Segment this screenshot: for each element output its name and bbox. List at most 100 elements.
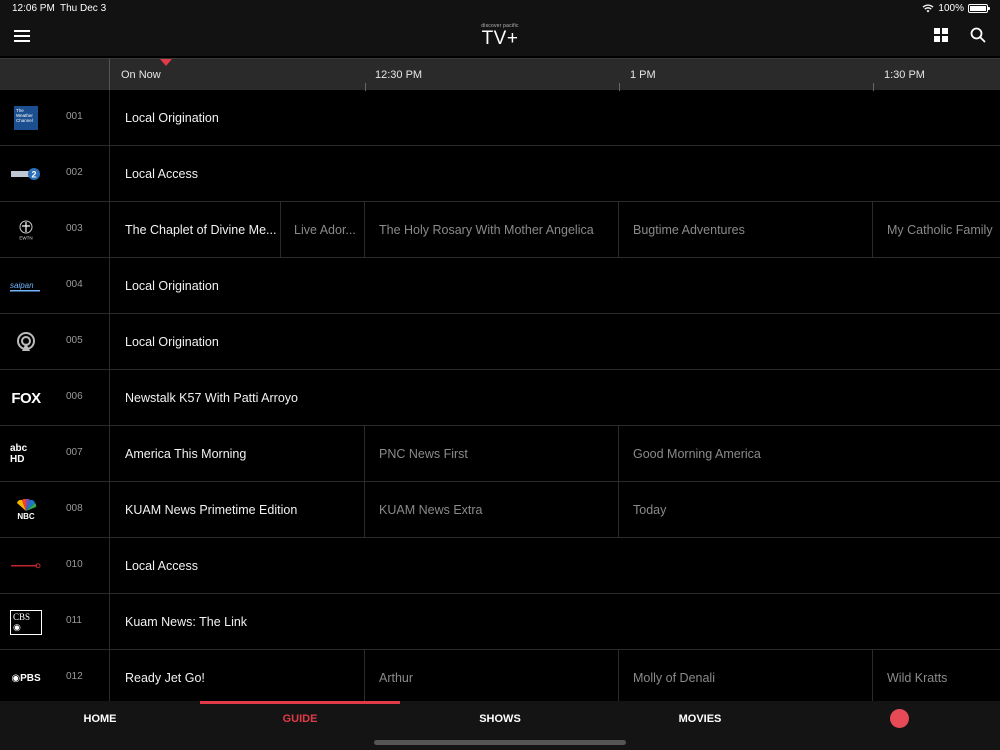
timeline-label-now: On Now — [121, 69, 161, 81]
guide-grid[interactable]: The Weather Channel 001 Local Originatio… — [0, 90, 1000, 701]
program-cell[interactable]: Local Origination — [111, 258, 1000, 314]
program-cell[interactable]: Bugtime Adventures — [619, 202, 873, 258]
nav-movies[interactable]: MOVIES — [600, 713, 800, 725]
status-date: Thu Dec 3 — [60, 3, 107, 14]
program-cell[interactable]: Today — [619, 482, 1000, 538]
channel-cell[interactable]: 010 — [0, 538, 110, 594]
channel-cell[interactable]: saipan 004 — [0, 258, 110, 314]
channel-number: 005 — [66, 335, 83, 346]
record-button[interactable] — [890, 709, 909, 728]
pbs-logo: ◉PBS — [11, 672, 41, 684]
channel-logo: The Weather Channel — [10, 106, 42, 130]
channel-number: 007 — [66, 447, 83, 458]
bottom-nav: HOME GUIDE SHOWS MOVIES — [0, 701, 1000, 750]
channel-cell[interactable]: EWTN 003 — [0, 202, 110, 258]
program-cell[interactable]: Live Ador... — [280, 202, 365, 258]
program-cell[interactable]: The Holy Rosary With Mother Angelica — [365, 202, 619, 258]
program-cell[interactable]: KUAM News Primetime Edition — [111, 482, 365, 538]
logo-title: TV+ — [481, 28, 519, 49]
channel-number: 010 — [66, 559, 83, 570]
timeline-label: 12:30 PM — [375, 69, 423, 81]
guide-row: 010 Local Access — [0, 538, 1000, 594]
channel-number: 012 — [66, 671, 83, 682]
program-cell[interactable]: Molly of Denali — [619, 650, 873, 701]
channel-cell[interactable]: CBS ◉ 011 — [0, 594, 110, 650]
channel-logo: FOX — [10, 386, 42, 410]
search-icon[interactable] — [970, 27, 986, 43]
program-cell[interactable]: Kuam News: The Link — [111, 594, 1000, 650]
channel-cell[interactable]: 2 002 — [0, 146, 110, 202]
guide-row: saipan 004 Local Origination — [0, 258, 1000, 314]
peacock-icon — [17, 498, 37, 511]
nbc-logo-text: NBC — [17, 512, 35, 521]
ewtn-logo-text: EWTN — [19, 236, 32, 241]
channel-logo: saipan — [10, 274, 42, 298]
program-cell[interactable]: Ready Jet Go! — [111, 650, 365, 701]
program-cell[interactable]: Local Origination — [111, 90, 1000, 146]
guide-row: 005 Local Origination — [0, 314, 1000, 370]
channel-cell[interactable]: 005 — [0, 314, 110, 370]
channel-cell[interactable]: FOX 006 — [0, 370, 110, 426]
program-cell[interactable]: Arthur — [365, 650, 619, 701]
saipan-logo: saipan — [10, 281, 40, 292]
program-cell[interactable]: The Chaplet of Divine Me... — [111, 202, 281, 258]
channel-number: 011 — [66, 615, 82, 626]
program-cell[interactable]: Local Origination — [111, 314, 1000, 370]
guide-row: The Weather Channel 001 Local Originatio… — [0, 90, 1000, 146]
guide-row: abc HD 007 America This Morning PNC News… — [0, 426, 1000, 482]
program-cell[interactable]: America This Morning — [111, 426, 365, 482]
status-time: 12:06 PM — [12, 3, 55, 14]
weather-channel-logo: The Weather Channel — [14, 106, 38, 130]
channel-number: 004 — [66, 279, 83, 290]
abc-hd-logo: abc HD — [10, 443, 28, 465]
guide-row: FOX 006 Newstalk K57 With Patti Arroyo — [0, 370, 1000, 426]
channel-logo: abc HD — [10, 442, 42, 466]
channel-cell[interactable]: NBC 008 — [0, 482, 110, 538]
menu-icon[interactable] — [14, 30, 30, 42]
nav-active-indicator — [200, 701, 400, 704]
status-bar: 12:06 PM Thu Dec 3 100% — [0, 0, 1000, 18]
channel-cell[interactable]: The Weather Channel 001 — [0, 90, 110, 146]
channel-cell[interactable]: ◉PBS 012 — [0, 650, 110, 701]
program-cell[interactable]: Wild Kratts — [873, 650, 1000, 701]
channel-number: 002 — [66, 167, 83, 178]
guide-row: ◉PBS 012 Ready Jet Go! Arthur Molly of D… — [0, 650, 1000, 701]
battery-icon — [968, 4, 990, 13]
saipan-logo-text: saipan — [10, 281, 34, 290]
battery-percent: 100% — [938, 3, 964, 14]
program-cell[interactable]: Local Access — [111, 146, 1000, 202]
channel-logo: EWTN — [10, 218, 42, 242]
wifi-icon — [922, 4, 934, 13]
nav-home[interactable]: HOME — [0, 713, 200, 725]
program-cell[interactable]: Local Access — [111, 538, 1000, 594]
channel-logo: 2 — [10, 162, 42, 186]
ewtn-logo: EWTN — [19, 220, 33, 241]
home-indicator[interactable] — [374, 740, 626, 745]
channel-logo: NBC — [10, 498, 42, 522]
program-cell[interactable]: KUAM News Extra — [365, 482, 619, 538]
channel-cell[interactable]: abc HD 007 — [0, 426, 110, 482]
timeline-channel-spacer — [0, 59, 110, 91]
cbs-logo-text: CBS — [13, 611, 31, 622]
program-cell[interactable]: Good Morning America — [619, 426, 1000, 482]
channel-logo: CBS ◉ — [10, 609, 42, 635]
nav-shows[interactable]: SHOWS — [400, 713, 600, 725]
broadcast-icon — [17, 332, 35, 351]
channel-number: 003 — [66, 223, 83, 234]
guide-row: EWTN 003 The Chaplet of Divine Me... Liv… — [0, 202, 1000, 258]
grid-view-icon[interactable] — [934, 28, 948, 42]
channel-number: 001 — [66, 111, 83, 122]
program-cell[interactable]: My Catholic Family — [873, 202, 1000, 258]
app-logo: discover pacific TV+ — [470, 23, 530, 50]
timeline-bar[interactable]: On Now 12:30 PM 1 PM 1:30 PM — [0, 58, 1000, 91]
channel-logo: ◉PBS — [10, 666, 42, 690]
timeline-label: 1:30 PM — [884, 69, 925, 81]
program-cell[interactable]: Newstalk K57 With Patti Arroyo — [111, 370, 1000, 426]
nbc-logo: NBC — [15, 498, 37, 521]
nav-guide[interactable]: GUIDE — [200, 713, 400, 725]
program-cell[interactable]: PNC News First — [365, 426, 619, 482]
app-header: discover pacific TV+ — [0, 18, 1000, 56]
now-marker — [160, 59, 172, 66]
channel-2-logo-text: 2 — [31, 170, 36, 180]
channel-number: 006 — [66, 391, 83, 402]
